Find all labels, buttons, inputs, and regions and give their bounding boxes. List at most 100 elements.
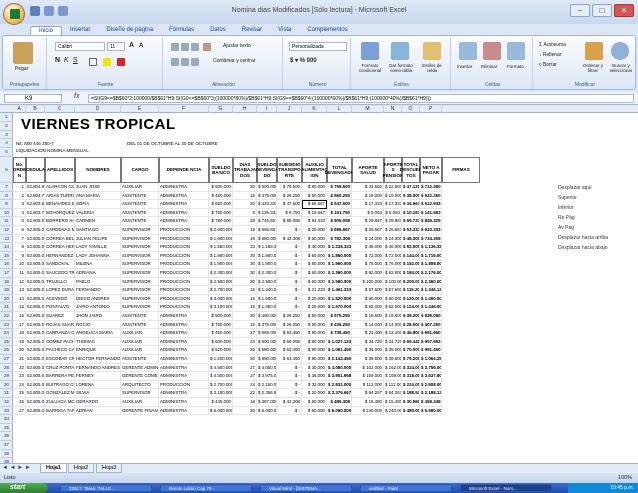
table-cell[interactable]: $ 585.000 <box>257 329 277 338</box>
table-cell[interactable]: PRODUCCION <box>159 251 209 261</box>
table-cell[interactable]: $ 17.333 <box>352 200 384 209</box>
table-cell[interactable]: ADMINISTRA <box>159 200 209 209</box>
align-right-icon[interactable] <box>191 58 199 66</box>
row-header[interactable]: 11 <box>0 217 13 226</box>
table-cell[interactable]: SUPERVISOR <box>121 243 159 252</box>
table-cell[interactable]: PRODUCCION <box>159 294 209 304</box>
table-cell[interactable]: 3 <box>13 200 26 209</box>
table-cell[interactable]: 52.805.069 <box>26 260 45 269</box>
table-cell[interactable]: PONTALVO <box>45 303 75 312</box>
table-cell[interactable]: $ 92.000 <box>402 243 420 252</box>
table-cell[interactable]: $ 759.500 <box>327 183 352 192</box>
table-cell[interactable]: $ 375.000 <box>257 320 277 330</box>
row-header[interactable]: 29 <box>0 372 13 381</box>
table-cell[interactable]: 30 <box>233 260 257 269</box>
table-cell[interactable]: $ - <box>277 294 302 304</box>
table-cell[interactable]: $ 20.000 <box>302 294 327 304</box>
table-cell[interactable]: ADMINISTRA <box>159 208 209 218</box>
table-cell[interactable]: $ 512.933 <box>420 200 442 209</box>
formula-input[interactable]: =SI(G9<=$B$60*2;100000/$B$61*H9;SI(G9<=$… <box>88 94 634 103</box>
table-cell[interactable]: $ 76.000 <box>352 260 384 269</box>
table-cell[interactable]: $ 4.080.000 <box>327 363 352 373</box>
table-cell[interactable]: $ 500.000 <box>209 312 233 321</box>
column-header[interactable]: A <box>13 106 26 113</box>
table-cell[interactable]: $ 2.300.000 <box>209 269 233 278</box>
tab-inicio[interactable]: Inicio <box>30 26 63 35</box>
table-cell[interactable]: $ 26.667 <box>352 226 384 235</box>
table-cell[interactable]: $ 1.900.000 <box>209 260 233 269</box>
table-cell[interactable]: 14 <box>13 294 26 304</box>
table-cell[interactable]: $ 39.600 <box>384 355 402 364</box>
tab-vista[interactable]: Vista <box>270 26 299 35</box>
table-cell[interactable]: ADMINISTRA <box>159 398 209 407</box>
row-header[interactable]: 23 <box>0 321 13 330</box>
cell-grid[interactable]: VIERNES TROPICAL Nit: 800 445 350-7 DEL … <box>13 113 638 463</box>
row-header[interactable]: 10 <box>0 209 13 218</box>
sheet-tab-hoja3[interactable]: Hoja3 <box>96 464 123 473</box>
table-cell[interactable]: PRODUCCION <box>159 234 209 244</box>
table-cell[interactable]: $ 750.000 <box>209 320 233 330</box>
table-cell[interactable]: $ 489.308 <box>327 398 352 407</box>
table-cell[interactable]: $ 1.550.000 <box>209 243 233 252</box>
table-cell[interactable]: $ 159.000 <box>384 372 402 381</box>
table-cell[interactable]: $ - <box>277 406 302 416</box>
row-header[interactable]: 2 <box>0 122 13 131</box>
table-cell[interactable]: $ 1.461.333 <box>327 286 352 295</box>
table-cell[interactable]: $ 60.000 <box>302 398 327 407</box>
table-cell[interactable]: 52.805.065 <box>26 226 45 235</box>
align-left-icon[interactable] <box>171 58 179 66</box>
table-cell[interactable]: $ 2.700.000 <box>209 286 233 295</box>
table-cell[interactable]: 52.805.080 <box>26 355 45 364</box>
table-cell[interactable]: $ 20.000 <box>302 226 327 235</box>
font-name-select[interactable]: Calibri <box>55 42 105 51</box>
row-header[interactable]: 17 <box>0 269 13 278</box>
table-cell[interactable]: 2 <box>13 191 26 201</box>
table-cell[interactable]: 52.805.085 <box>26 398 45 407</box>
table-cell[interactable]: 30 <box>233 251 257 261</box>
table-cell[interactable]: THOMAS <box>75 337 121 347</box>
table-cell[interactable]: $ 2.832.000 <box>327 380 352 390</box>
table-cell[interactable]: LADY YAMILLE <box>75 243 121 252</box>
tab-complementos[interactable]: Complementos <box>299 26 355 35</box>
table-cell[interactable]: 52.805.067 <box>26 243 45 252</box>
table-cell[interactable]: ROCIO <box>75 320 121 330</box>
table-cell[interactable]: ADMINISTRA <box>159 389 209 398</box>
table-cell[interactable]: $ 1.900.000 <box>257 260 277 269</box>
row-header[interactable]: 12 <box>0 226 13 235</box>
table-cell[interactable]: $ 224.000 <box>402 380 420 390</box>
table-cell[interactable]: 52.805.077 <box>26 329 45 338</box>
table-cell[interactable]: $ 19.600 <box>352 312 384 321</box>
table-cell[interactable]: $ 50.000 <box>302 320 327 330</box>
table-cell[interactable]: PRODUCCION <box>159 226 209 235</box>
table-cell[interactable]: $ 318.000 <box>402 372 420 381</box>
table-cell[interactable]: 9 <box>13 251 26 261</box>
column-header[interactable]: M <box>352 106 384 113</box>
table-cell[interactable]: $ 42.308 <box>277 398 302 407</box>
table-cell[interactable]: $ 1.188.333 <box>257 243 277 252</box>
table-cell[interactable]: GERENTE ADMINISTRATIVO <box>121 363 159 373</box>
table-cell[interactable]: $ 2.360.000 <box>327 269 352 278</box>
table-cell[interactable]: $ 746.667 <box>257 217 277 226</box>
table-cell[interactable]: ADMINISTRA <box>159 346 209 355</box>
table-cell[interactable]: 24 <box>13 380 26 390</box>
table-cell[interactable]: $ 1.400.000 <box>420 294 442 304</box>
table-cell[interactable]: ADMINISTRA <box>159 217 209 226</box>
table-cell[interactable]: $ 14.000 <box>384 320 402 330</box>
table-cell[interactable]: $ 1.520.000 <box>327 294 352 304</box>
table-cell[interactable]: $ 2.360.000 <box>420 277 442 287</box>
table-cell[interactable]: $ 22.560 <box>384 183 402 192</box>
table-cell[interactable]: $ 80.000 <box>302 337 327 347</box>
table-cell[interactable]: $ 490.000 <box>257 312 277 321</box>
table-cell[interactable]: CORREA BELTRAN <box>45 234 75 244</box>
table-cell[interactable]: $ 738.450 <box>327 329 352 338</box>
table-cell[interactable]: AUXILIAR <box>121 337 159 347</box>
tab-dise-o-de-p-gina[interactable]: Diseño de página <box>98 26 161 35</box>
table-cell[interactable]: 7 <box>13 234 26 244</box>
row-header[interactable]: 26 <box>0 346 13 355</box>
table-cell[interactable]: $ 500.000 <box>209 183 233 192</box>
table-cell[interactable]: SANTIAGO <box>75 226 121 235</box>
row-header[interactable]: 15 <box>0 252 13 261</box>
table-cell[interactable]: ASISTENTE <box>121 208 159 218</box>
table-cell[interactable]: ADMINISTRA <box>159 337 209 347</box>
table-cell[interactable]: $ 26.250 <box>277 312 302 321</box>
